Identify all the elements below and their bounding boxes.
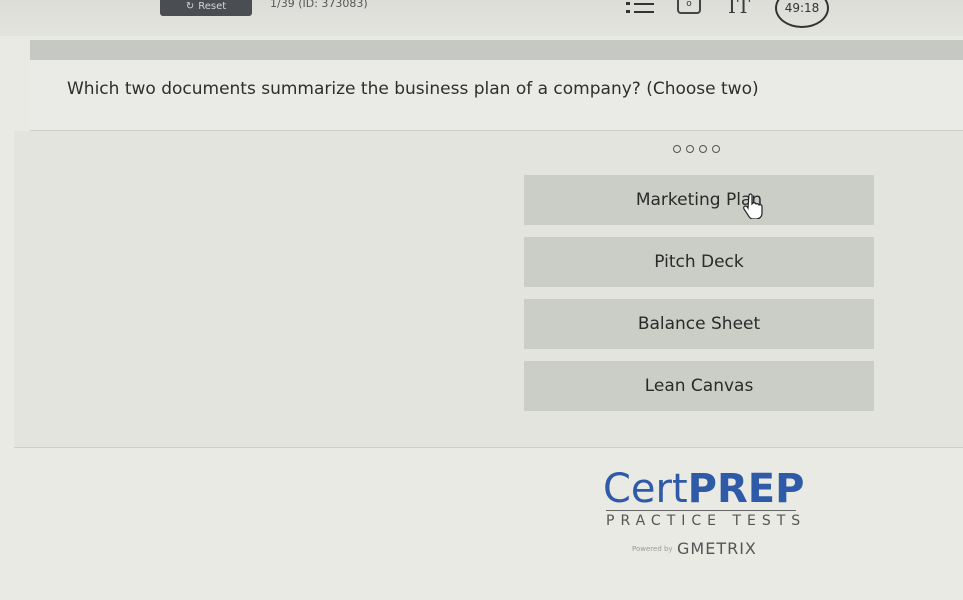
drag-handle[interactable]	[673, 138, 725, 157]
text-size-icon[interactable]: IT	[728, 0, 751, 18]
option-marketing-plan[interactable]: Marketing Plan	[524, 175, 874, 225]
option-lean-canvas[interactable]: Lean Canvas	[524, 361, 874, 411]
top-toolbar: ↻ Reset 1/39 (ID: 373083) o IT 49:18	[0, 0, 963, 36]
dot-icon	[686, 145, 694, 153]
powered-by: Powered by	[632, 545, 673, 553]
reset-label: Reset	[198, 1, 227, 12]
reset-icon: ↻	[185, 1, 195, 12]
question-counter: 1/39 (ID: 373083)	[270, 0, 368, 10]
reset-button[interactable]: ↻ Reset	[160, 0, 252, 16]
question-text: Which two documents summarize the busine…	[67, 79, 759, 99]
dot-icon	[712, 145, 720, 153]
brand-rule	[606, 510, 796, 511]
gmetrix-logo: GMETRIX	[677, 539, 757, 558]
certprep-logo: CertPREP	[603, 466, 805, 516]
hand-cursor-icon	[743, 193, 763, 219]
timer: 49:18	[775, 0, 829, 28]
brand-tagline: PRACTICE TESTS	[606, 513, 807, 529]
question-area: Which two documents summarize the busine…	[30, 60, 963, 131]
dot-icon	[673, 145, 681, 153]
camera-icon[interactable]: o	[677, 0, 701, 14]
header-strip	[30, 40, 963, 60]
brand-name-light: Cert	[603, 466, 688, 512]
list-icon[interactable]	[626, 0, 656, 18]
brand-name-bold: PREP	[687, 466, 805, 512]
option-pitch-deck[interactable]: Pitch Deck	[524, 237, 874, 287]
option-balance-sheet[interactable]: Balance Sheet	[524, 299, 874, 349]
dot-icon	[699, 145, 707, 153]
